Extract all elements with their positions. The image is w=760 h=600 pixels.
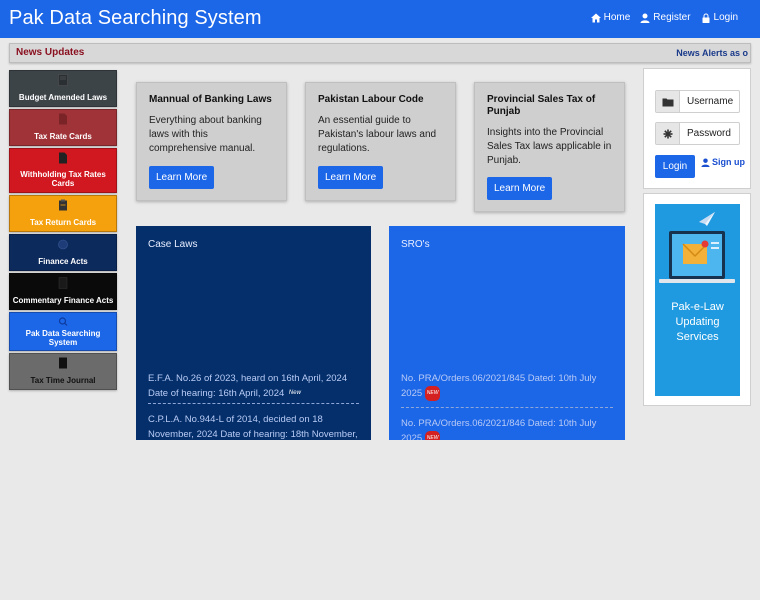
card-title: Pakistan Labour Code xyxy=(318,94,424,105)
sidebar-item-label: Tax Rate Cards xyxy=(34,132,92,141)
sidebar-item-label: Tax Time Journal xyxy=(30,376,96,385)
new-badge: New xyxy=(288,390,301,396)
document-icon xyxy=(59,152,67,164)
sidebar-item-label: Commentary Finance Acts xyxy=(12,296,114,305)
news-bar: News Updates News Alerts as o xyxy=(9,43,751,63)
panel-title: Case Laws xyxy=(148,239,198,250)
search-icon xyxy=(58,317,68,326)
divider xyxy=(148,403,359,404)
pak-e-law-banner[interactable]: Pak-e-Law Updating Services xyxy=(655,204,740,396)
case-law-entry[interactable]: E.F.A. No.26 of 2023, heard on 16th Apri… xyxy=(148,371,359,401)
news-label: News Updates xyxy=(16,47,85,58)
nav-login-link[interactable]: Login xyxy=(701,12,738,23)
login-form: Login Sign up xyxy=(643,68,751,189)
panel-title: SRO's xyxy=(401,239,430,250)
sro-entry[interactable]: No. PRA/Orders.06/2021/845 Dated: 10th J… xyxy=(401,371,613,401)
card-sales-tax-punjab: Provincial Sales Tax of Punjab Insights … xyxy=(474,82,625,212)
sidebar-item-finance-acts[interactable]: Finance Acts xyxy=(9,234,117,271)
sidebar-item-withholding-tax-rates-cards[interactable]: Withholding Tax Rates Cards xyxy=(9,148,117,193)
sidebar-item-tax-return-cards[interactable]: Tax Return Cards xyxy=(9,195,117,232)
login-button[interactable]: Login xyxy=(655,155,695,178)
sidebar-item-label: Finance Acts xyxy=(38,257,88,266)
clipboard-icon xyxy=(59,199,67,211)
signup-link[interactable]: Sign up xyxy=(701,157,745,167)
sro-entry[interactable]: No. PRA/Orders.06/2021/846 Dated: 10th J… xyxy=(401,416,613,440)
journal-icon xyxy=(59,357,67,369)
signup-label: Sign up xyxy=(712,157,745,167)
password-field xyxy=(655,122,740,145)
username-field xyxy=(655,90,740,113)
card-text: Everything about banking laws with this … xyxy=(149,115,262,154)
sidebar-item-pak-data-searching-system[interactable]: Pak Data Searching System xyxy=(9,312,117,351)
home-icon xyxy=(590,13,601,22)
top-nav: Home Register Login xyxy=(590,12,738,23)
card-labour-code: Pakistan Labour Code An essential guide … xyxy=(305,82,456,201)
card-title: Provincial Sales Tax of Punjab xyxy=(487,94,596,117)
sidebar-item-label: Tax Return Cards xyxy=(29,218,97,227)
card-banking-laws: Mannual of Banking Laws Everything about… xyxy=(136,82,287,201)
sidebar-item-commentary-finance-acts[interactable]: Commentary Finance Acts xyxy=(9,273,117,310)
sidebar-item-budget-amended-laws[interactable]: Budget Amended Laws xyxy=(9,70,117,107)
sidebar-item-label: Pak Data Searching System xyxy=(25,329,101,347)
card-text: An essential guide to Pakistan's labour … xyxy=(318,115,437,154)
sidebar-item-tax-time-journal[interactable]: Tax Time Journal xyxy=(9,353,117,390)
new-badge: NEW xyxy=(424,386,441,401)
nav-home-label: Home xyxy=(603,12,631,23)
promo-line: Services xyxy=(676,331,719,343)
top-navbar: Pak Data Searching System Home Register … xyxy=(0,0,760,38)
book-icon xyxy=(58,74,68,86)
file-icon xyxy=(59,113,67,125)
new-badge: NEW xyxy=(424,431,441,440)
case-law-entry[interactable]: C.P.L.A. No.944-L of 2014, decided on 18… xyxy=(148,412,359,440)
card-text: Insights into the Provincial Sales Tax l… xyxy=(487,127,612,166)
password-input[interactable] xyxy=(681,123,739,144)
lock-icon xyxy=(702,13,710,23)
nav-home-link[interactable]: Home xyxy=(590,12,631,23)
sros-panel: SRO's No. PRA/Orders.06/2021/845 Dated: … xyxy=(389,226,625,440)
folder-icon xyxy=(656,91,680,112)
divider xyxy=(401,407,613,408)
learn-more-button[interactable]: Learn More xyxy=(318,166,384,189)
nav-register-label: Register xyxy=(653,12,691,23)
promo-line: Pak-e-Law xyxy=(671,301,724,313)
sidebar-item-label: Withholding Tax Rates Cards xyxy=(20,170,106,188)
bag-icon xyxy=(58,239,68,250)
user-icon xyxy=(701,157,710,167)
nav-register-link[interactable]: Register xyxy=(640,12,691,23)
notebook-icon xyxy=(58,277,68,289)
learn-more-button[interactable]: Learn More xyxy=(149,166,215,189)
promo-container: Pak-e-Law Updating Services xyxy=(643,193,751,406)
sidebar-item-tax-rate-cards[interactable]: Tax Rate Cards xyxy=(9,109,117,146)
case-law-text: E.F.A. No.26 of 2023, heard on 16th Apri… xyxy=(148,373,348,400)
case-laws-panel: Case Laws E.F.A. No.26 of 2023, heard on… xyxy=(136,226,371,440)
sidebar-item-label: Budget Amended Laws xyxy=(18,93,108,102)
username-input[interactable] xyxy=(681,91,739,112)
card-title: Mannual of Banking Laws xyxy=(149,94,272,105)
user-icon xyxy=(640,13,650,23)
news-ticker[interactable]: News Alerts as o xyxy=(676,48,748,58)
laptop-mail-icon xyxy=(659,212,735,283)
nav-login-label: Login xyxy=(713,12,738,23)
learn-more-button[interactable]: Learn More xyxy=(487,177,553,200)
case-law-text: C.P.L.A. No.944-L of 2014, decided on 18… xyxy=(148,414,358,440)
asterisk-icon xyxy=(656,123,680,144)
promo-line: Updating xyxy=(675,316,720,328)
promo-text: Pak-e-Law Updating Services xyxy=(655,300,740,345)
site-brand[interactable]: Pak Data Searching System xyxy=(9,7,262,30)
